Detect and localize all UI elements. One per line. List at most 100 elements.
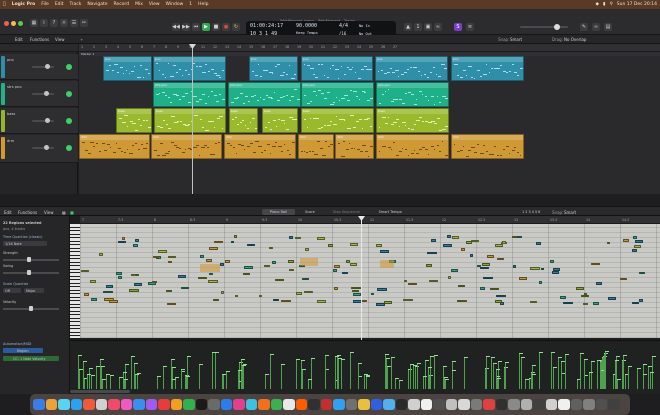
midi-note[interactable] — [426, 264, 433, 267]
velocity-stem[interactable] — [561, 360, 562, 389]
mixer-button[interactable]: ☰ — [70, 19, 78, 27]
velocity-stem[interactable] — [221, 373, 223, 389]
pr-snap-select[interactable]: Smart — [564, 210, 576, 215]
midi-note[interactable] — [219, 263, 224, 266]
midi-note[interactable] — [518, 277, 528, 280]
midi-note[interactable] — [469, 254, 474, 257]
playhead[interactable] — [192, 44, 193, 194]
dock-app-icon-10[interactable] — [145, 398, 157, 411]
solo-button[interactable]: S — [454, 23, 462, 31]
automation-region-toggle[interactable]: Region — [3, 348, 43, 353]
velocity-head[interactable] — [308, 379, 313, 381]
midi-note[interactable] — [81, 269, 89, 273]
scale-root-select[interactable]: Off — [3, 288, 21, 293]
velocity-head[interactable] — [350, 351, 355, 353]
track-on-button[interactable] — [66, 145, 72, 151]
region-drm-2[interactable]: drm — [151, 134, 222, 159]
midi-note[interactable] — [115, 272, 123, 275]
velocity-stem[interactable] — [504, 362, 506, 389]
velocity-head[interactable] — [423, 375, 428, 377]
velocity-stem[interactable] — [308, 379, 309, 389]
midi-note[interactable] — [482, 263, 491, 266]
menu-view[interactable]: View — [146, 2, 163, 7]
velocity-head[interactable] — [490, 357, 495, 359]
velocity-stem[interactable] — [444, 377, 445, 389]
midi-note[interactable] — [208, 272, 214, 276]
velocity-head[interactable] — [281, 364, 286, 366]
midi-note[interactable] — [117, 276, 122, 279]
midi-note[interactable] — [623, 239, 630, 242]
velocity-head[interactable] — [652, 356, 657, 358]
velocity-stem[interactable] — [337, 357, 338, 389]
velocity-head[interactable] — [301, 368, 306, 370]
tracks-edit-menu[interactable]: Edit — [15, 37, 23, 42]
track-volume-fader[interactable] — [32, 120, 54, 122]
editors-button[interactable]: ✂ — [80, 19, 88, 27]
region-bass-1[interactable]: bass — [116, 108, 152, 133]
dock-app-icon-32[interactable] — [420, 398, 432, 411]
midi-note[interactable] — [377, 288, 387, 291]
menu-file[interactable]: File — [38, 2, 52, 7]
velocity-stem[interactable] — [265, 373, 266, 389]
dock-app-icon-18[interactable] — [245, 398, 257, 411]
velocity-head[interactable] — [131, 355, 136, 357]
dock-app-icon-37[interactable] — [483, 398, 495, 411]
midi-note[interactable] — [158, 250, 167, 253]
velocity-stem[interactable] — [186, 355, 188, 389]
dock-app-icon-27[interactable] — [358, 398, 370, 411]
midi-note[interactable] — [243, 272, 251, 276]
notepad-button[interactable]: ✎ — [580, 23, 588, 31]
midi-note[interactable] — [447, 276, 452, 279]
battery-icon[interactable]: ▮ — [603, 2, 605, 7]
midi-note[interactable] — [214, 240, 223, 244]
velocity-stem[interactable] — [172, 378, 173, 389]
midi-note[interactable] — [494, 244, 503, 247]
velocity-stem[interactable] — [118, 377, 120, 389]
velocity-stem[interactable] — [643, 364, 644, 389]
dock-app-icon-34[interactable] — [445, 398, 457, 411]
midi-note[interactable] — [206, 259, 212, 262]
dock-app-icon-7[interactable] — [108, 398, 120, 411]
strength-slider[interactable] — [3, 257, 59, 262]
piano-roll-grid[interactable] — [80, 224, 660, 338]
velocity-head[interactable] — [311, 357, 316, 359]
velocity-head[interactable] — [88, 367, 93, 369]
velocity-head[interactable] — [561, 360, 566, 362]
region-drm-4[interactable]: drm — [298, 134, 334, 159]
track-on-button[interactable] — [66, 118, 72, 124]
velocity-slider[interactable] — [3, 306, 59, 311]
track-name[interactable]: pno — [7, 58, 14, 62]
velocity-head[interactable] — [647, 366, 652, 368]
velocity-head[interactable] — [172, 378, 177, 380]
velocity-stem[interactable] — [445, 378, 446, 389]
velocity-head[interactable] — [521, 357, 526, 359]
region-bass-4[interactable]: bass — [262, 108, 298, 133]
swing-slider[interactable] — [3, 270, 59, 275]
midi-note[interactable] — [305, 248, 309, 251]
velocity-head[interactable] — [110, 374, 115, 376]
velocity-stem[interactable] — [363, 373, 365, 389]
region-bass-2[interactable]: bass — [154, 108, 226, 133]
velocity-head[interactable] — [240, 358, 245, 360]
velocity-stem[interactable] — [600, 369, 602, 389]
midi-note[interactable] — [135, 273, 139, 277]
dock-app-icon-1[interactable] — [33, 398, 45, 411]
velocity-stem[interactable] — [394, 377, 396, 389]
velocity-head[interactable] — [172, 367, 177, 368]
apple-icon[interactable]:  — [0, 2, 9, 7]
midi-note[interactable] — [244, 266, 254, 269]
velocity-head[interactable] — [337, 357, 342, 359]
region-drm-3[interactable]: drm — [224, 134, 296, 159]
dock-app-icon-3[interactable] — [58, 398, 70, 411]
midi-note[interactable] — [490, 287, 500, 291]
dock-app-icon-11[interactable] — [158, 398, 170, 411]
dock-app-icon-4[interactable] — [70, 398, 82, 411]
midi-note[interactable] — [168, 255, 176, 259]
midi-note[interactable] — [263, 264, 271, 268]
velocity-stem[interactable] — [590, 361, 592, 389]
velocity-stem[interactable] — [597, 360, 598, 389]
midi-note[interactable] — [530, 300, 537, 304]
track-volume-fader[interactable] — [32, 66, 54, 68]
menu-record[interactable]: Record — [111, 2, 133, 7]
quantize-select[interactable]: 1/16 Note — [3, 241, 47, 246]
